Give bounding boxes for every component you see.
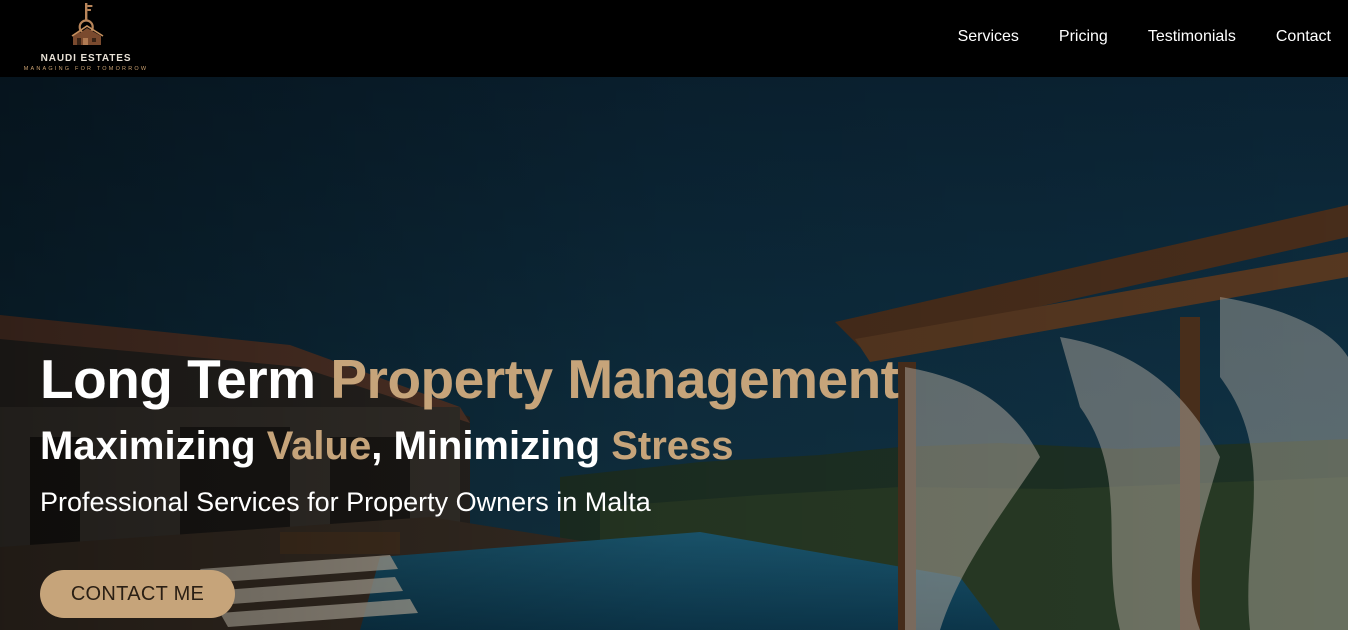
hero-subtitle-part1: Maximizing [40,424,267,468]
hero-section: Long Term Property Management Maximizing… [0,77,1348,630]
nav-link-pricing[interactable]: Pricing [1059,28,1108,46]
hero-subtitle-part2: , Minimizing [371,424,612,468]
hero-title-accent: Property Management [330,348,899,410]
hero-subtitle-accent-stress: Stress [611,424,734,468]
hero-title-plain: Long Term [40,348,331,410]
hero-subtitle: Maximizing Value, Minimizing Stress [40,423,1040,469]
contact-me-button[interactable]: CONTACT ME [40,570,235,618]
brand-logo[interactable]: NAUDI ESTATES MANAGING FOR TOMORROW [10,2,162,74]
hero-title: Long Term Property Management [40,349,1040,409]
brand-tagline: MANAGING FOR TOMORROW [23,66,149,72]
main-nav: Services Pricing Testimonials Contact [918,28,1331,46]
nav-link-testimonials[interactable]: Testimonials [1148,28,1236,46]
brand-name: NAUDI ESTATES [40,53,132,64]
hero-subtitle-accent-value: Value [266,424,372,468]
hero-tagline: Professional Services for Property Owner… [40,487,651,517]
nav-link-services[interactable]: Services [958,28,1019,46]
nav-link-contact[interactable]: Contact [1276,28,1331,46]
hero-content: Long Term Property Management Maximizing… [40,349,1040,618]
site-header: NAUDI ESTATES MANAGING FOR TOMORROW Serv… [0,0,1348,77]
key-house-logo-icon [71,3,104,45]
